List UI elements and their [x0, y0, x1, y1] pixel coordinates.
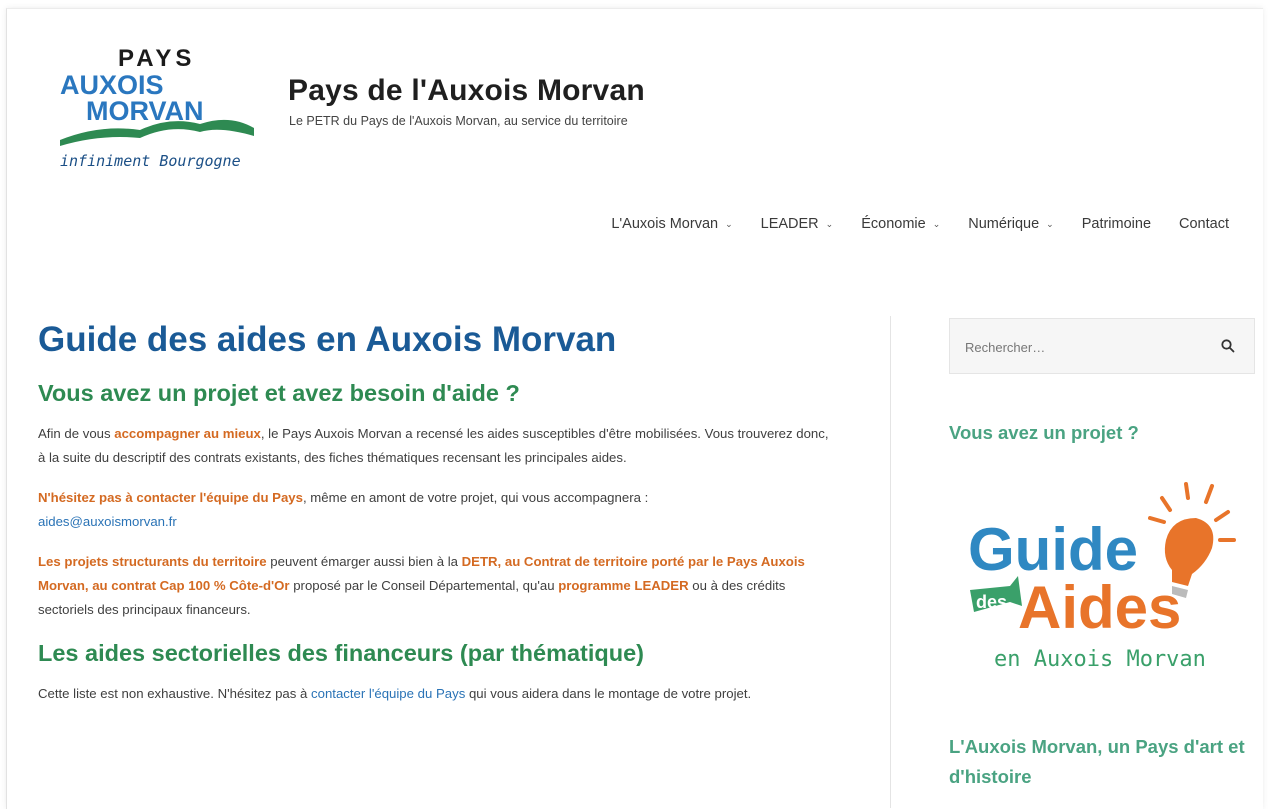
guide-word-en-auxois-morvan: en Auxois Morvan: [994, 647, 1206, 672]
widget-title-projet: Vous avez un projet ?: [949, 422, 1139, 443]
logo-text-pays: PAYS: [118, 45, 195, 72]
nav-item-contact[interactable]: Contact: [1165, 216, 1243, 232]
list-intro-paragraph: Cette liste est non exhaustive. N'hésite…: [38, 682, 838, 706]
search-form: [949, 318, 1255, 375]
page-title: Guide des aides en Auxois Morvan: [38, 320, 617, 359]
site-logo[interactable]: PAYS AUXOIS MORVAN infiniment Bourgogne: [60, 44, 254, 174]
chevron-down-icon: ⌄: [725, 218, 733, 229]
text: , même en amont de votre projet, qui vou…: [302, 490, 649, 505]
sidebar-divider: [890, 316, 891, 808]
nav-item-label: Numérique: [968, 216, 1040, 232]
highlight-text: accompagner au mieux: [114, 426, 261, 441]
email-link[interactable]: aides@auxoismorvan.fr: [38, 514, 177, 529]
nav-item-numerique[interactable]: Numérique ⌄: [954, 216, 1067, 232]
guide-word-des: des: [976, 592, 1007, 612]
nav-item-label: L'Auxois Morvan: [611, 216, 719, 232]
guide-word-guide: Guide: [968, 516, 1138, 583]
text: proposé par le Conseil Départemental, qu…: [289, 578, 559, 593]
nav-item-auxois-morvan[interactable]: L'Auxois Morvan ⌄: [597, 216, 746, 232]
main-navigation: L'Auxois Morvan ⌄ LEADER ⌄ Économie ⌄ Nu…: [597, 216, 1243, 232]
nav-item-patrimoine[interactable]: Patrimoine: [1068, 216, 1165, 232]
chevron-down-icon: ⌄: [932, 218, 941, 229]
nav-item-label: Contact: [1179, 216, 1229, 232]
site-title[interactable]: Pays de l'Auxois Morvan: [288, 74, 645, 108]
chevron-down-icon: ⌄: [1046, 218, 1054, 229]
chevron-down-icon: ⌄: [825, 218, 834, 229]
nav-item-economie[interactable]: Économie ⌄: [847, 216, 954, 232]
site-tagline: Le PETR du Pays de l'Auxois Morvan, au s…: [289, 114, 628, 128]
main-content: Guide des aides en Auxois Morvan Vous av…: [38, 318, 838, 722]
nav-item-label: Patrimoine: [1081, 216, 1152, 232]
text: Cette liste est non exhaustive. N'hésite…: [38, 686, 312, 701]
contact-team-link[interactable]: contacter l'équipe du Pays: [311, 686, 465, 701]
text: peuvent émarger aussi bien à la: [266, 554, 462, 569]
logo-text-tagline: infiniment Bourgogne: [60, 152, 241, 170]
highlight-text: Les projets structurants du territoire: [38, 554, 267, 569]
widget-title-pays-art-histoire: L'Auxois Morvan, un Pays d'art et d'hist…: [949, 736, 1245, 787]
nav-item-label: Économie: [861, 216, 926, 232]
highlight-text: N'hésitez pas à contacter l'équipe du Pa…: [38, 490, 303, 505]
contact-paragraph: N'hésitez pas à contacter l'équipe du Pa…: [38, 486, 838, 534]
section-heading-aides-sectorielles: Les aides sectorielles des financeurs (p…: [38, 640, 644, 666]
nav-item-label: LEADER: [760, 216, 819, 232]
projects-paragraph: Les projets structurants du territoire p…: [38, 550, 838, 622]
search-icon[interactable]: [1220, 338, 1236, 354]
text: qui vous aidera dans le montage de votre…: [465, 686, 752, 701]
text: Afin de vous: [38, 426, 115, 441]
search-input[interactable]: [950, 319, 1227, 375]
guide-des-aides-image[interactable]: Guide des Aides en Auxois Morvan: [966, 478, 1242, 678]
guide-word-aides: Aides: [1018, 574, 1181, 641]
section-heading-projet: Vous avez un projet et avez besoin d'aid…: [38, 380, 520, 406]
highlight-text: programme LEADER: [558, 578, 689, 593]
nav-item-leader[interactable]: LEADER ⌄: [747, 216, 848, 232]
intro-paragraph: Afin de vous accompagner au mieux, le Pa…: [38, 422, 838, 470]
